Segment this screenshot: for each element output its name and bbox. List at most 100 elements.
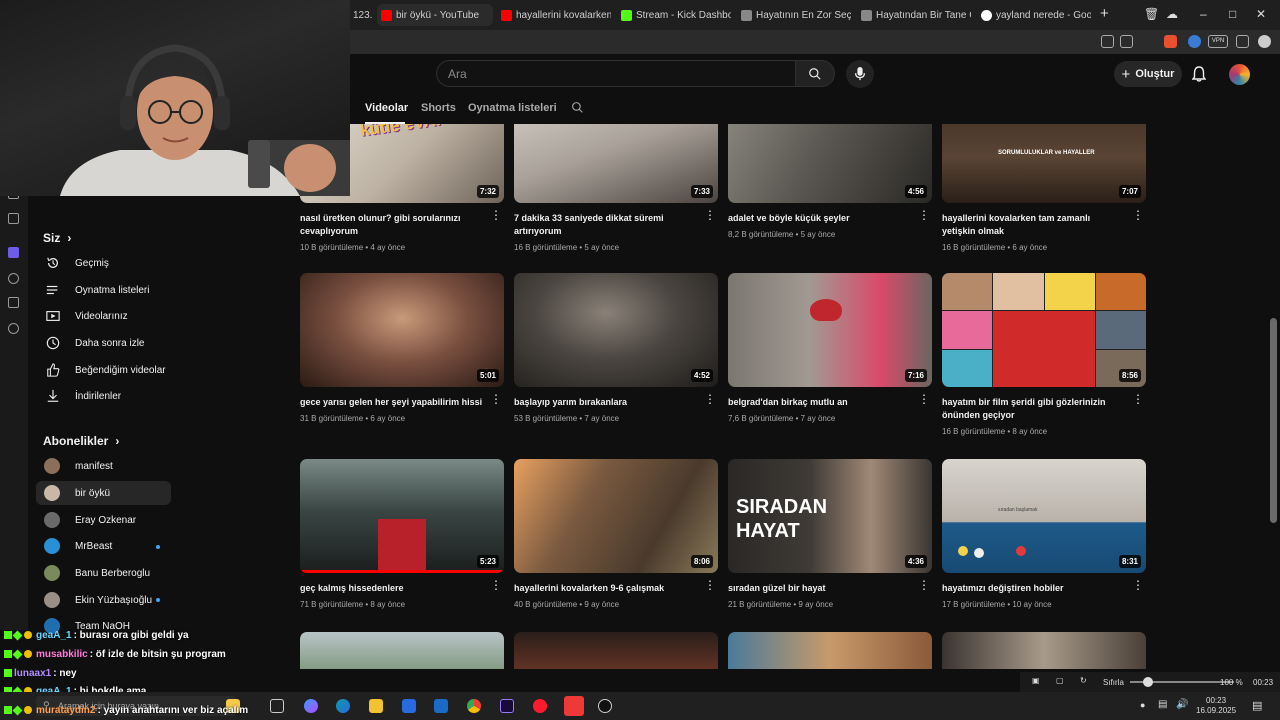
video-title[interactable]: hayallerini kovalarken tam zamanlı yetiş… (942, 212, 1126, 238)
video-title[interactable]: hayatım bir film şeridi gibi gözlerinizi… (942, 396, 1126, 422)
video-title[interactable]: sıradan güzel bir hayat (728, 582, 912, 595)
video-thumbnail[interactable]: SORUMLULUKLAR ve HAYALLER 7:07 (942, 124, 1146, 203)
search-button[interactable] (795, 60, 835, 87)
video-card[interactable] (728, 632, 932, 669)
pip-icon[interactable]: ▢ (1056, 676, 1064, 685)
subscription-item[interactable]: Ekin Yüzbaşıoğlu (36, 588, 171, 612)
video-card[interactable]: 4:56 adalet ve böyle küçük şeyler 8,2 B … (728, 124, 932, 239)
tab-4[interactable]: Hayatının En Zor Seçimini (737, 4, 851, 26)
edge-icon[interactable] (336, 699, 350, 713)
video-card[interactable] (942, 632, 1146, 669)
subscriptions-section-title[interactable]: Abonelikler › (43, 434, 119, 448)
extensions-icon[interactable] (1236, 35, 1249, 48)
scrollbar-thumb[interactable] (1270, 318, 1277, 523)
subscription-item[interactable]: Eray Ozkenar (36, 508, 171, 532)
channel-search-button[interactable] (571, 101, 584, 117)
video-title[interactable]: hayallerini kovalarken 9-6 çalışmak (514, 582, 698, 595)
more-options-icon[interactable]: ⋮ (918, 578, 930, 592)
subscription-item[interactable]: manifest (36, 454, 171, 478)
file-explorer-icon[interactable] (369, 699, 383, 713)
more-options-icon[interactable]: ⋮ (704, 578, 716, 592)
more-options-icon[interactable]: ⋮ (490, 578, 502, 592)
rail-icon[interactable] (8, 323, 19, 334)
video-thumbnail[interactable]: 5:01 (300, 273, 504, 387)
voice-search-button[interactable] (846, 60, 874, 88)
video-thumbnail[interactable]: 8:06 (514, 459, 718, 573)
video-thumbnail[interactable] (942, 632, 1146, 669)
extension-icon[interactable] (1164, 35, 1177, 48)
video-card[interactable]: 5:23 geç kalmış hissedenlere 71 B görünt… (300, 459, 504, 609)
sidebar-item-watch-later[interactable]: Daha sonra izle (36, 331, 171, 355)
rail-icon[interactable] (8, 247, 19, 258)
more-options-icon[interactable]: ⋮ (490, 208, 502, 222)
video-title[interactable]: belgrad'dan birkaç mutlu an (728, 396, 912, 409)
obs-icon[interactable] (598, 699, 612, 713)
video-thumbnail[interactable]: 5:23 (300, 459, 504, 573)
volume-slider[interactable] (1130, 677, 1234, 687)
reader-icon[interactable] (1101, 35, 1114, 48)
minimize-icon[interactable]: – (1200, 7, 1207, 21)
vivaldi-icon[interactable] (564, 696, 584, 716)
notification-center-icon[interactable]: ▤ (1252, 699, 1262, 712)
reset-button[interactable]: Sıfırla (1103, 678, 1124, 687)
sidebar-item-history[interactable]: Geçmiş (36, 251, 171, 275)
volume-icon[interactable]: 🔊 (1176, 699, 1188, 710)
video-thumbnail[interactable]: 4:56 (728, 124, 932, 203)
video-card[interactable]: 7:16 belgrad'dan birkaç mutlu an 7,6 B g… (728, 273, 932, 423)
tab-playlists[interactable]: Oynatma listeleri (468, 102, 557, 114)
more-options-icon[interactable]: ⋮ (704, 208, 716, 222)
video-card[interactable] (514, 632, 718, 669)
video-title[interactable]: adalet ve böyle küçük şeyler (728, 212, 912, 225)
tab-3[interactable]: Stream - Kick Dashboard (617, 4, 731, 26)
mic-tray-icon[interactable]: ● (1140, 700, 1145, 710)
taskbar-clock[interactable]: 00:23 16.09.2025 (1196, 696, 1236, 716)
more-options-icon[interactable]: ⋮ (918, 208, 930, 222)
tab-shorts[interactable]: Shorts (421, 102, 456, 114)
screenshot-icon[interactable]: ▣ (1032, 676, 1040, 685)
video-thumbnail[interactable] (728, 632, 932, 669)
video-title[interactable]: 7 dakika 33 saniyede dikkat süremi artır… (514, 212, 698, 238)
profile-icon[interactable] (1258, 35, 1271, 48)
video-thumbnail[interactable]: 4:52 (514, 273, 718, 387)
video-card[interactable]: sıradan başlamak 8:31 hayatımızı değişti… (942, 459, 1146, 609)
premiere-icon[interactable] (500, 699, 514, 713)
account-avatar[interactable] (1229, 64, 1250, 85)
outlook-icon[interactable] (434, 699, 448, 713)
tab-5[interactable]: Hayatından Bir Tane Gıda (857, 4, 971, 26)
tab-0[interactable]: 123. B (349, 4, 373, 26)
tab-1[interactable]: bir öykü - YouTube (377, 4, 493, 26)
rail-icon[interactable] (8, 273, 19, 284)
rail-icon[interactable] (8, 297, 19, 308)
rail-icon[interactable] (8, 213, 19, 224)
sidebar-item-your-videos[interactable]: Videolarınız (36, 304, 171, 328)
task-view-icon[interactable] (270, 699, 284, 713)
more-options-icon[interactable]: ⋮ (1132, 578, 1144, 592)
video-card[interactable]: 8:56 hayatım bir film şeridi gibi gözler… (942, 273, 1146, 436)
tab-6[interactable]: yayland nerede - Google'd (977, 4, 1091, 26)
you-section-title[interactable]: Siz › (43, 231, 71, 245)
subscription-item[interactable]: bir öykü (36, 481, 171, 505)
more-options-icon[interactable]: ⋮ (490, 392, 502, 406)
opera-icon[interactable] (533, 699, 547, 713)
subscription-item[interactable]: Banu Berberoglu (36, 561, 171, 585)
video-thumbnail[interactable]: SIRADAN HAYAT 4:36 (728, 459, 932, 573)
close-icon[interactable]: ✕ (1256, 7, 1266, 21)
maximize-icon[interactable]: □ (1229, 7, 1236, 21)
video-thumbnail[interactable]: 8:56 (942, 273, 1146, 387)
more-options-icon[interactable]: ⋮ (1132, 208, 1144, 222)
volume-slider-knob[interactable] (1142, 677, 1153, 687)
video-thumbnail[interactable]: 7:16 (728, 273, 932, 387)
cloud-icon[interactable]: ☁ (1166, 7, 1178, 21)
vpn-icon[interactable]: VPN (1208, 35, 1228, 48)
tab-videos[interactable]: Videolar (365, 102, 408, 114)
video-card[interactable]: SORUMLULUKLAR ve HAYALLER 7:07 hayalleri… (942, 124, 1146, 252)
tab-2[interactable]: hayallerini kovalarken 9-6 (497, 4, 611, 26)
video-card[interactable]: 7:33 7 dakika 33 saniyede dikkat süremi … (514, 124, 718, 252)
copilot-icon[interactable] (304, 699, 318, 713)
sidebar-item-liked-videos[interactable]: Beğendiğim videolar (36, 358, 171, 382)
bookmark-icon[interactable] (1120, 35, 1133, 48)
more-options-icon[interactable]: ⋮ (1132, 392, 1144, 406)
trash-icon[interactable]: 🗑 (1144, 7, 1159, 21)
store-icon[interactable] (402, 699, 416, 713)
create-button[interactable]: + Oluştur (1114, 61, 1182, 87)
